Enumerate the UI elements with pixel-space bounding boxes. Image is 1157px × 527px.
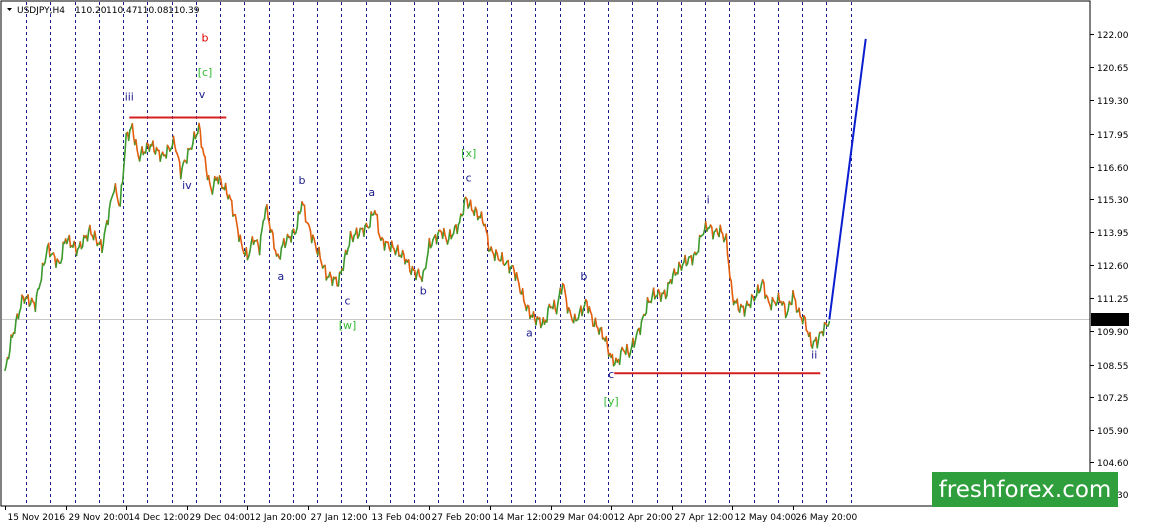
- wave-label-13: a: [526, 326, 533, 339]
- wave-label-4: iv: [182, 179, 192, 192]
- y-tick-label-11: 107.25: [1097, 394, 1129, 404]
- x-tick-label-7: 27 Feb 20:00: [432, 513, 491, 523]
- y-tick-label-3: 117.95: [1097, 131, 1129, 141]
- x-tick-label-2: 14 Dec 12:00: [129, 513, 190, 523]
- x-tick-label-10: 12 Apr 20:00: [614, 513, 673, 523]
- wave-label-3: v: [199, 88, 206, 101]
- x-tick-label-12: 12 May 04:00: [735, 513, 797, 523]
- wave-label-10: b: [420, 285, 427, 298]
- x-tick-label-1: 29 Nov 20:00: [69, 513, 130, 523]
- x-tick-label-0: 15 Nov 2016: [8, 513, 66, 523]
- wave-label-8: [w]: [339, 319, 357, 332]
- ohlc-close: 110.39: [168, 6, 200, 16]
- wave-label-15: c: [608, 368, 614, 381]
- y-tick-label-6: 113.95: [1097, 229, 1129, 239]
- x-tick-label-4: 12 Jan 20:00: [250, 513, 307, 523]
- wave-label-0: b: [202, 31, 209, 44]
- x-tick-label-9: 29 Mar 04:00: [554, 513, 614, 523]
- x-tick-label-6: 13 Feb 04:00: [372, 513, 431, 523]
- wave-label-11: [x]: [461, 147, 476, 160]
- current-price-tag: 110.39: [1091, 313, 1129, 326]
- wave-label-18: ii: [811, 348, 817, 361]
- y-tick-label-10: 108.55: [1097, 362, 1129, 372]
- y-tick-label-2: 119.30: [1097, 97, 1129, 107]
- wave-label-17: i: [707, 194, 710, 207]
- wave-label-6: a: [277, 270, 284, 283]
- x-tick-label-13: 26 May 20:00: [796, 513, 858, 523]
- x-tick-label-3: 29 Dec 04:00: [190, 513, 251, 523]
- current-price-label: 110.39: [1095, 316, 1127, 326]
- wave-label-16: [y]: [604, 395, 619, 408]
- watermark-text: freshforex.com: [939, 477, 1112, 503]
- wave-label-14: b: [580, 270, 587, 283]
- symbol-label: USDJPY,H4: [17, 6, 65, 16]
- wave-label-7: c: [344, 294, 350, 307]
- chart-header: USDJPY,H4 110.20 110.47 110.08 110.39: [7, 6, 200, 16]
- y-tick-label-0: 122.00: [1097, 31, 1129, 41]
- x-tick-label-8: 14 Mar 12:00: [493, 513, 553, 523]
- plot-background: [0, 0, 1157, 527]
- ohlc-low: 110.08: [137, 6, 169, 16]
- x-tick-label-11: 27 Apr 12:00: [675, 513, 734, 523]
- y-tick-label-7: 112.60: [1097, 262, 1129, 272]
- y-tick-label-4: 116.60: [1097, 164, 1129, 174]
- wave-label-1: [c]: [198, 66, 213, 79]
- wave-label-2: iii: [125, 90, 134, 103]
- y-tick-label-13: 104.60: [1097, 459, 1129, 469]
- wave-label-9: a: [368, 186, 375, 199]
- ohlc-open: 110.20: [75, 6, 107, 16]
- y-tick-label-9: 109.90: [1097, 328, 1129, 338]
- x-tick-label-5: 27 Jan 12:00: [311, 513, 368, 523]
- y-tick-label-8: 111.25: [1097, 295, 1129, 305]
- y-tick-label-12: 105.90: [1097, 427, 1129, 437]
- ohlc-high: 110.47: [106, 6, 138, 16]
- chart: b[c]iii viv bac[w]ab[x]cabc[y]iii 122.0012…: [0, 0, 1157, 527]
- watermark: freshforex.com: [932, 472, 1118, 507]
- wave-label-5: b: [299, 174, 306, 187]
- y-tick-label-1: 120.65: [1097, 64, 1129, 74]
- wave-label-12: c: [466, 171, 472, 184]
- y-tick-label-5: 115.30: [1097, 196, 1129, 206]
